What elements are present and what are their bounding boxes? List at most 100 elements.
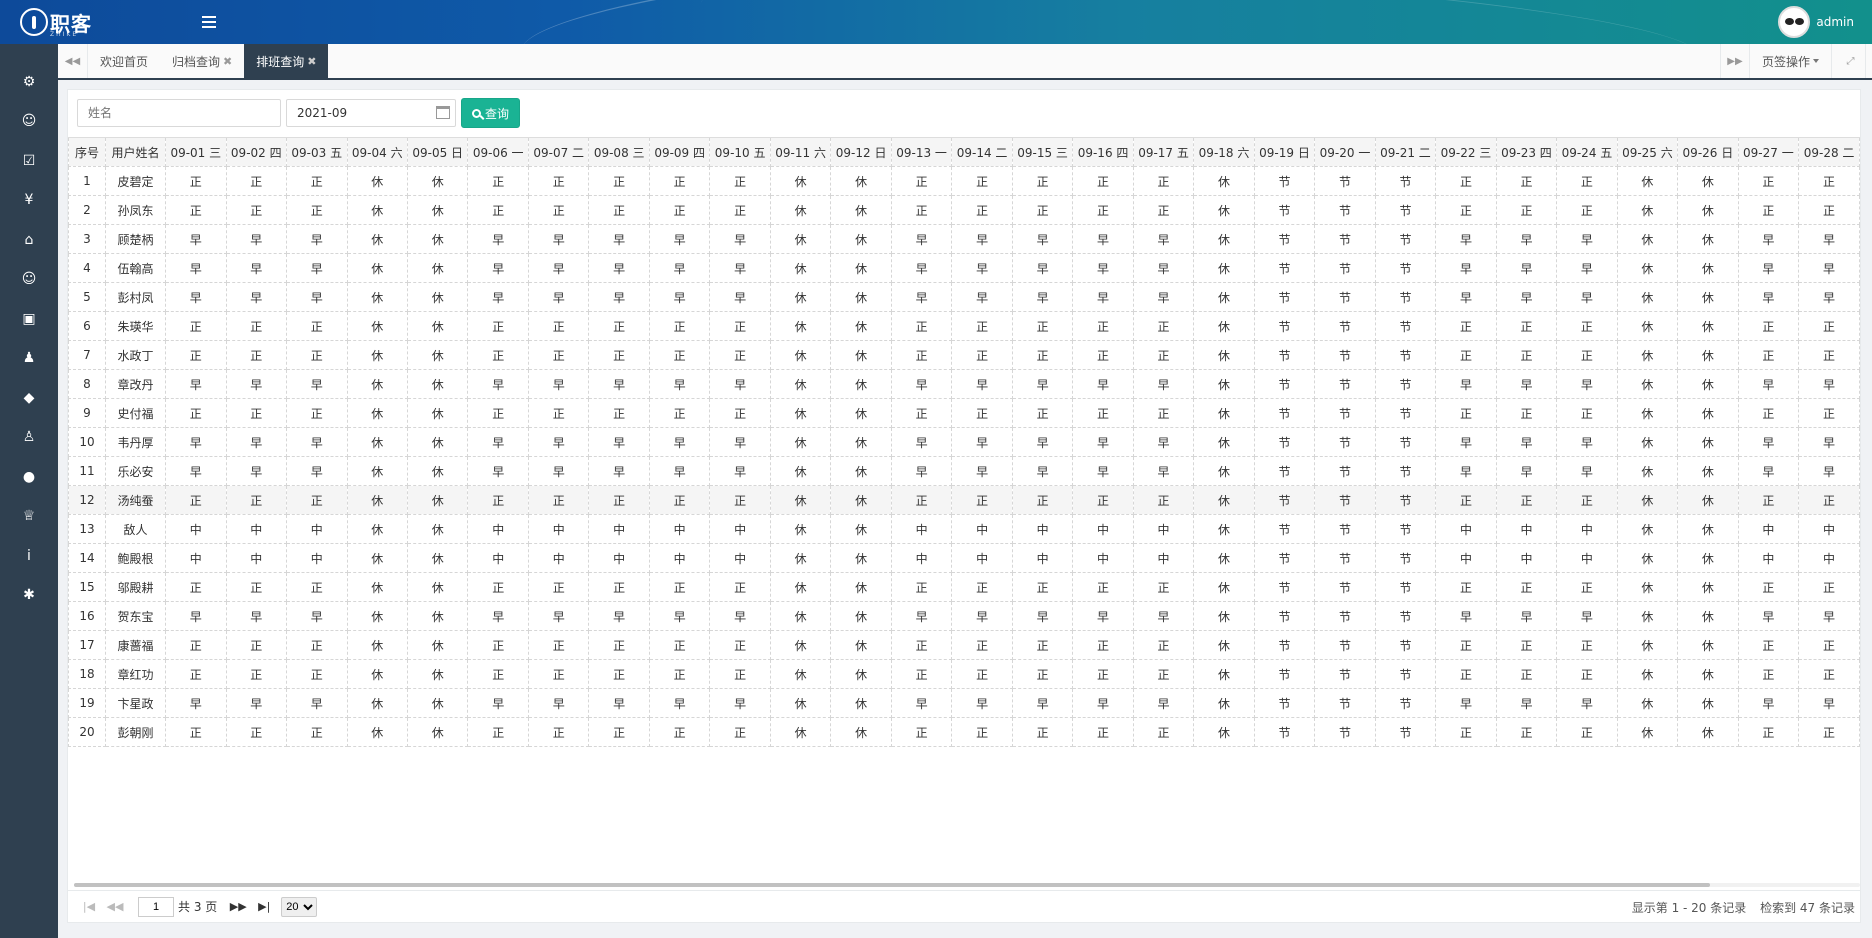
tab-scroll-left-icon[interactable]: ◀◀: [58, 44, 88, 78]
table-row[interactable]: 19 卞星政早早早休休早早早早早休休早早早早早休节节节早早早休休早早: [68, 688, 1860, 718]
cell-shift: 休: [406, 398, 469, 428]
tab-3[interactable]: 排班查询 ✖: [244, 44, 329, 78]
close-icon[interactable]: ✖: [307, 55, 316, 68]
sidebar-item-12[interactable]: ♕: [0, 497, 58, 537]
cell-shift: 休: [830, 340, 892, 370]
tab-scroll-right-icon[interactable]: ▶▶: [1720, 44, 1750, 78]
cell-shift: 中: [225, 543, 288, 573]
cell-shift: 休: [406, 659, 469, 689]
col-header-day: 09-23 四: [1495, 137, 1558, 167]
col-header-day: 09-27 一: [1737, 137, 1800, 167]
last-page-icon[interactable]: ▶|: [253, 897, 275, 917]
cell-shift: 休: [1677, 601, 1739, 631]
tab-2[interactable]: 归档查询 ✖: [160, 44, 244, 78]
col-header-day: 09-12 日: [830, 137, 892, 167]
cell-shift: 休: [769, 688, 832, 718]
cell-shift: 节: [1374, 311, 1437, 341]
menu-icon[interactable]: [202, 13, 216, 31]
sidebar-item-9[interactable]: ◆: [0, 378, 58, 418]
sidebar-item-3[interactable]: ☑: [0, 141, 58, 181]
name-search-input[interactable]: [77, 99, 281, 127]
table-row[interactable]: 6 朱瑛华正正正休休正正正正正休休正正正正正休节节节正正正休休正正: [68, 311, 1860, 341]
col-header-day: 09-10 五: [709, 137, 771, 167]
cell-shift: 节: [1374, 253, 1437, 283]
table-row[interactable]: 18 章红功正正正休休正正正正正休休正正正正正休节节节正正正休休正正: [68, 659, 1860, 689]
col-header-day: 09-17 五: [1132, 137, 1195, 167]
sidebar-item-1[interactable]: ⚙: [0, 62, 58, 102]
table-row[interactable]: 13 敌人中中中休休中中中中中休休中中中中中休节节节中中中休休中中: [68, 514, 1860, 544]
first-page-icon[interactable]: |◀: [78, 897, 100, 917]
cell-shift: 休: [830, 427, 892, 457]
search-button[interactable]: 查询: [461, 98, 521, 128]
table-row[interactable]: 5 彭村凤早早早休休早早早早早休休早早早早早休节节节早早早休休早早: [68, 282, 1860, 312]
cell-shift: 休: [1677, 369, 1739, 399]
page-number-input[interactable]: [138, 896, 174, 917]
table-row[interactable]: 10 韦丹厚早早早休休早早早早早休休早早早早早休节节节早早早休休早早: [68, 427, 1860, 457]
horizontal-scrollbar[interactable]: [74, 883, 1860, 887]
sidebar-item-6[interactable]: ☺: [0, 260, 58, 300]
cell-shift: 休: [1677, 311, 1739, 341]
sidebar-item-5[interactable]: ⌂: [0, 220, 58, 260]
prev-page-icon[interactable]: ◀◀: [104, 897, 126, 917]
close-icon[interactable]: ✖: [223, 55, 232, 68]
next-page-icon[interactable]: ▶▶: [227, 897, 249, 917]
users-icon: ☺: [21, 113, 37, 130]
cell-shift: 早: [527, 369, 590, 399]
table-row[interactable]: 4 伍翰高早早早休休早早早早早休休早早早早早休节节节早早早休休早早: [68, 253, 1860, 283]
cell-shift: 节: [1314, 224, 1376, 254]
cell-shift: 休: [830, 688, 892, 718]
sidebar-item-7[interactable]: ▣: [0, 299, 58, 339]
cell-shift: 正: [1011, 630, 1074, 660]
cell-shift: 早: [467, 456, 529, 486]
cell-index: 1: [68, 166, 106, 196]
app-logo[interactable]: 职客 ZHIKE: [20, 7, 92, 38]
table-row[interactable]: 8 章改丹早早早休休早早早早早休休早早早早早休节节节早早早休休早早: [68, 369, 1860, 399]
sidebar-item-13[interactable]: i: [0, 536, 58, 576]
sidebar-item-11[interactable]: ●: [0, 457, 58, 497]
table-row[interactable]: 7 水政丁正正正休休正正正正正休休正正正正正休节节节正正正休休正正: [68, 340, 1860, 370]
cell-shift: 正: [225, 659, 288, 689]
cell-shift: 休: [769, 253, 832, 283]
user-menu[interactable]: admin: [1778, 6, 1854, 38]
cell-shift: 正: [648, 485, 711, 515]
cell-shift: 早: [951, 688, 1013, 718]
month-input[interactable]: [286, 99, 456, 127]
cell-shift: 早: [225, 224, 288, 254]
sidebar-item-10[interactable]: ♙: [0, 418, 58, 458]
sidebar-item-8[interactable]: ♟: [0, 339, 58, 379]
cell-name: 孙凤东: [104, 195, 167, 225]
fullscreen-icon[interactable]: ⤢: [1836, 44, 1866, 78]
cell-shift: 正: [1556, 195, 1618, 225]
cell-shift: 早: [1495, 369, 1558, 399]
table-row[interactable]: 20 彭朝刚正正正休休正正正正正休休正正正正正休节节节正正正休休正正: [68, 717, 1860, 747]
calendar-icon[interactable]: [436, 106, 450, 119]
cell-shift: 正: [588, 166, 650, 196]
pagination: |◀ ◀◀ 共 3 页 ▶▶ ▶| 20 显示第 1 - 20 条记录 检索到 …: [68, 890, 1860, 922]
table-row[interactable]: 15 邬殿耕正正正休休正正正正正休休正正正正正休节节节正正正休休正正: [68, 572, 1860, 602]
sidebar-item-2[interactable]: ☺: [0, 102, 58, 142]
table-row[interactable]: 3 顾楚柄早早早休休早早早早早休休早早早早早休节节节早早早休休早早: [68, 224, 1860, 254]
page-size-select[interactable]: 20: [281, 896, 318, 917]
sidebar-item-14[interactable]: ✱: [0, 576, 58, 616]
table-row[interactable]: 1 皮碧定正正正休休正正正正正休休正正正正正休节节节正正正休休正正: [68, 166, 1860, 196]
table-row[interactable]: 11 乐必安早早早休休早早早早早休休早早早早早休节节节早早早休休早早: [68, 456, 1860, 486]
table-row[interactable]: 12 汤纯蚕正正正休休正正正正正休休正正正正正休节节节正正正休休正正: [68, 485, 1860, 515]
cell-shift: 休: [1616, 514, 1679, 544]
table-row[interactable]: 14 鲍殿根中中中休休中中中中中休休中中中中中休节节节中中中休休中中: [68, 543, 1860, 573]
table-row[interactable]: 9 史付福正正正休休正正正正正休休正正正正正休节节节正正正休休正正: [68, 398, 1860, 428]
table-row[interactable]: 16 贺东宝早早早休休早早早早早休休早早早早早休节节节早早早休休早早: [68, 601, 1860, 631]
cell-shift: 正: [1072, 340, 1134, 370]
tab-1[interactable]: 欢迎首页: [88, 44, 160, 78]
cell-shift: 正: [890, 166, 953, 196]
cell-shift: 正: [1737, 398, 1800, 428]
cell-shift: 早: [165, 427, 227, 457]
table-row[interactable]: 17 康蔷福正正正休休正正正正正休休正正正正正休节节节正正正休休正正: [68, 630, 1860, 660]
sidebar-item-4[interactable]: ¥: [0, 181, 58, 221]
page-ops-dropdown[interactable]: 页签操作: [1750, 44, 1832, 78]
scrollbar-thumb[interactable]: [74, 883, 1710, 887]
cell-shift: 节: [1374, 369, 1437, 399]
table-row[interactable]: 2 孙凤东正正正休休正正正正正休休正正正正正休节节节正正正休休正正: [68, 195, 1860, 225]
cell-shift: 正: [588, 485, 650, 515]
cell-name: 彭村凤: [104, 282, 167, 312]
cell-shift: 早: [1011, 369, 1074, 399]
